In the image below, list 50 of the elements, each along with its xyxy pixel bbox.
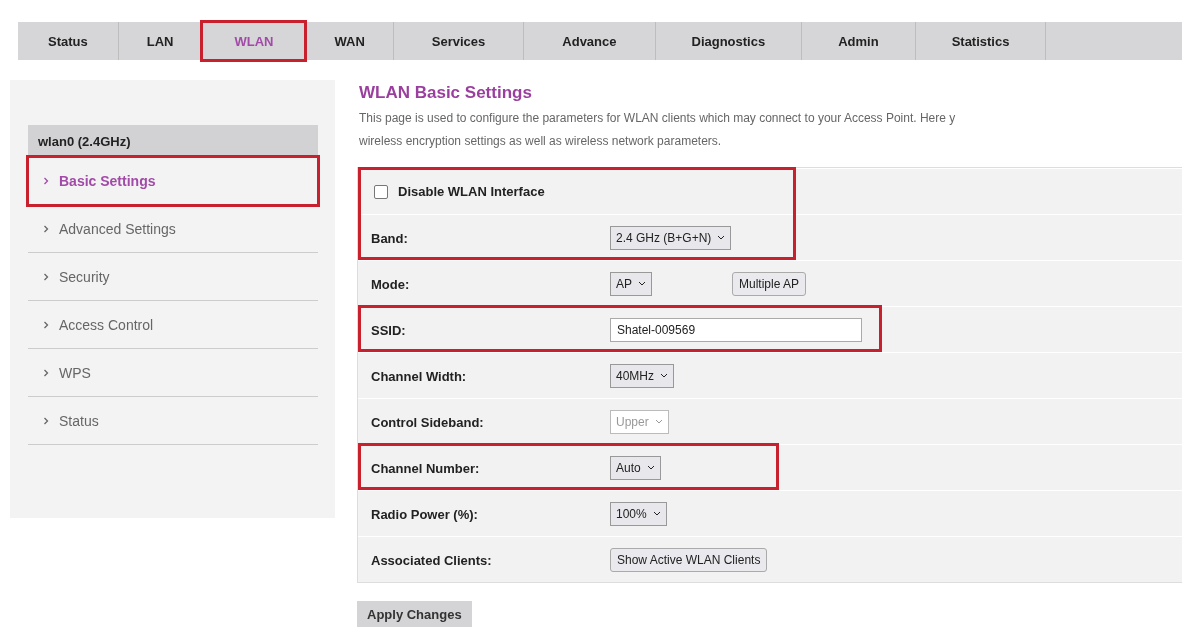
chevron-icon [43,272,49,281]
sidebar-item[interactable]: Basic Settings [28,157,318,205]
chevron-icon [43,320,49,329]
sidebar-header: wlan0 (2.4GHz) [28,125,318,157]
dropdown[interactable]: 40MHz [610,363,674,388]
caret-icon [654,419,663,424]
action-button[interactable]: Show Active WLAN Clients [610,547,768,572]
caret-icon [660,373,668,378]
chevron-icon [43,177,49,185]
checkbox[interactable] [374,184,388,199]
nav-tab[interactable]: WAN [306,22,393,60]
sidebar-item[interactable]: Advanced Settings [28,205,318,253]
field-label: Band: [371,230,408,246]
nav-tab[interactable]: WLAN [202,22,306,60]
sidebar-item[interactable]: Access Control [28,301,318,349]
caret-icon [646,465,655,470]
ssid-input[interactable]: Shatel-009569 [610,317,862,342]
dropdown[interactable]: Auto [610,455,661,480]
nav-tab[interactable]: Statistics [915,22,1046,60]
dropdown[interactable]: 2.4 GHz (B+G+N) [610,225,732,250]
chevron-icon [43,224,49,233]
caret-icon [717,235,726,240]
field-label: Associated Clients: [371,552,492,568]
sidebar-item[interactable]: WPS [28,349,318,397]
field-label: Radio Power (%): [371,506,478,522]
field-label: SSID: [371,322,406,338]
caret-icon [638,281,646,286]
dropdown[interactable]: AP [610,271,652,296]
action-button[interactable]: Multiple AP [732,271,807,296]
field-label: Control Sideband: [371,414,484,430]
field-label: Channel Number: [371,460,480,476]
chevron-icon [43,368,49,377]
apply-button[interactable]: Apply Changes [357,601,472,627]
field-label: Channel Width: [371,368,467,384]
nav-tab[interactable]: Services [393,22,524,60]
checkbox-label: Disable WLAN Interface [398,184,545,199]
page-title: WLAN Basic Settings [359,83,533,103]
caret-icon [652,511,661,516]
sidebar-item[interactable]: Security [28,253,318,301]
nav-tab[interactable]: LAN [118,22,202,60]
description-text: This page is used to configure the parameters for WLAN clients which may connect to your Access Point. Here y [359,110,957,127]
dropdown[interactable]: 100% [610,501,667,526]
sidebar-item[interactable]: Status [28,397,318,445]
nav-tab[interactable]: Diagnostics [655,22,802,60]
nav-tab[interactable]: Admin [802,22,915,60]
nav-tab[interactable]: Advance [524,22,655,60]
nav-tab[interactable]: Status [18,22,118,60]
chevron-icon [43,416,49,425]
description-text: wireless encryption settings as well as wireless network parameters. [359,133,723,150]
field-label: Mode: [371,276,410,292]
